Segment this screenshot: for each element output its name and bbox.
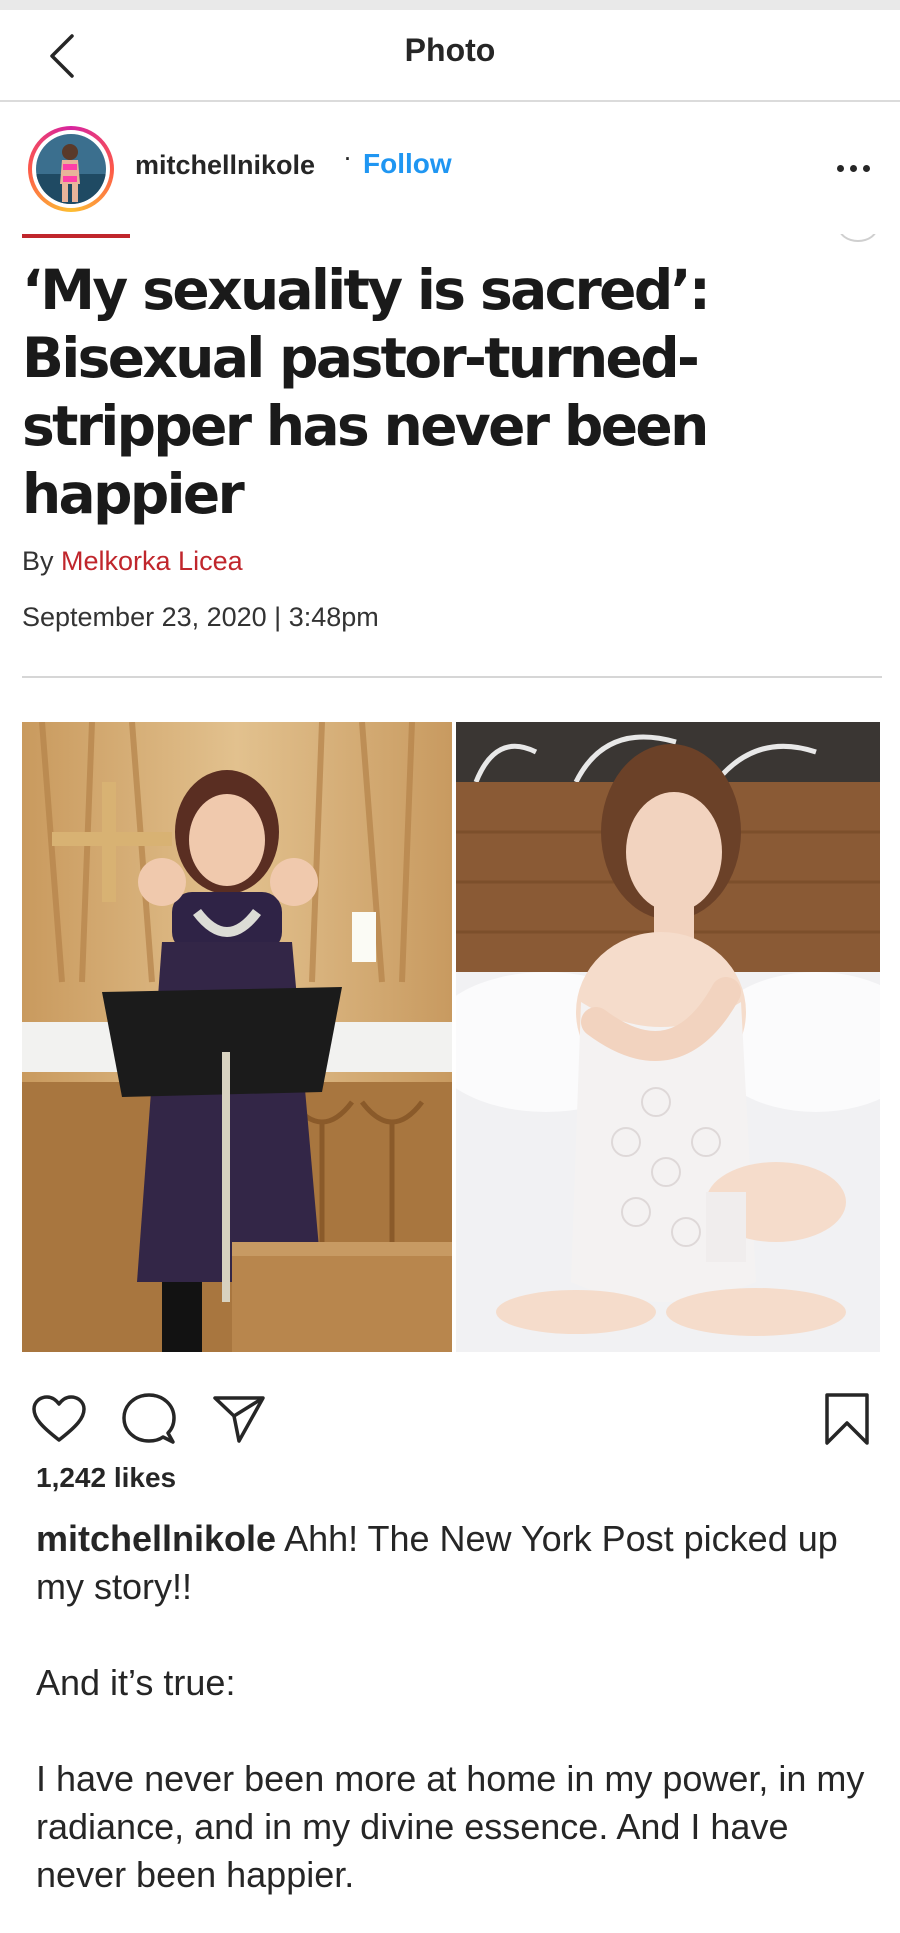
follow-separator: ·: [343, 142, 352, 172]
post-username[interactable]: mitchellnikole: [135, 150, 315, 181]
article-headline: ‘My sexuality is sacred’: Bisexual pasto…: [22, 258, 711, 526]
more-options-button[interactable]: [826, 144, 880, 192]
comment-button[interactable]: [118, 1388, 180, 1450]
byline-prefix: By: [22, 546, 54, 576]
photo-pastor: [22, 722, 452, 1352]
caption-line-1: mitchellnikole Ahh! The New York Post pi…: [36, 1515, 876, 1611]
heart-icon: [32, 1395, 86, 1442]
like-button[interactable]: [28, 1388, 90, 1450]
caption-text-2: And it’s true:: [36, 1662, 236, 1703]
article-date: September 23, 2020 | 3:48pm: [22, 602, 379, 632]
post-header: mitchellnikole · Follow: [0, 104, 900, 234]
more-dot: [849, 164, 857, 172]
top-bar: Photo: [0, 10, 900, 102]
article-byline: By Melkorka Licea: [22, 546, 243, 577]
page-title: Photo: [404, 32, 496, 68]
share-button[interactable]: [208, 1388, 270, 1450]
post-actions: [0, 1360, 900, 1470]
likes-count[interactable]: 1,242 likes: [36, 1462, 176, 1494]
comment-icon: [122, 1393, 176, 1444]
article-corner-mark: [838, 234, 878, 242]
caption-username[interactable]: mitchellnikole: [36, 1518, 276, 1559]
save-button[interactable]: [816, 1388, 878, 1450]
article-accent-bar: [22, 234, 130, 238]
photo-boudoir: [456, 722, 880, 1352]
more-dot: [862, 164, 870, 172]
post-image[interactable]: ‘My sexuality is sacred’: Bisexual pasto…: [0, 234, 900, 1360]
paper-plane-icon: [213, 1396, 265, 1443]
more-horizontal-icon: [836, 164, 844, 172]
article-divider: [22, 676, 882, 678]
follow-button[interactable]: Follow: [363, 148, 452, 180]
avatar[interactable]: [28, 126, 114, 212]
post-caption: mitchellnikole Ahh! The New York Post pi…: [36, 1515, 876, 1899]
avatar-image: [36, 134, 106, 204]
bookmark-icon: [825, 1393, 869, 1445]
caption-text-3: I have never been more at home in my pow…: [36, 1758, 865, 1895]
article-author: Melkorka Licea: [61, 546, 243, 576]
status-strip: [0, 0, 900, 10]
